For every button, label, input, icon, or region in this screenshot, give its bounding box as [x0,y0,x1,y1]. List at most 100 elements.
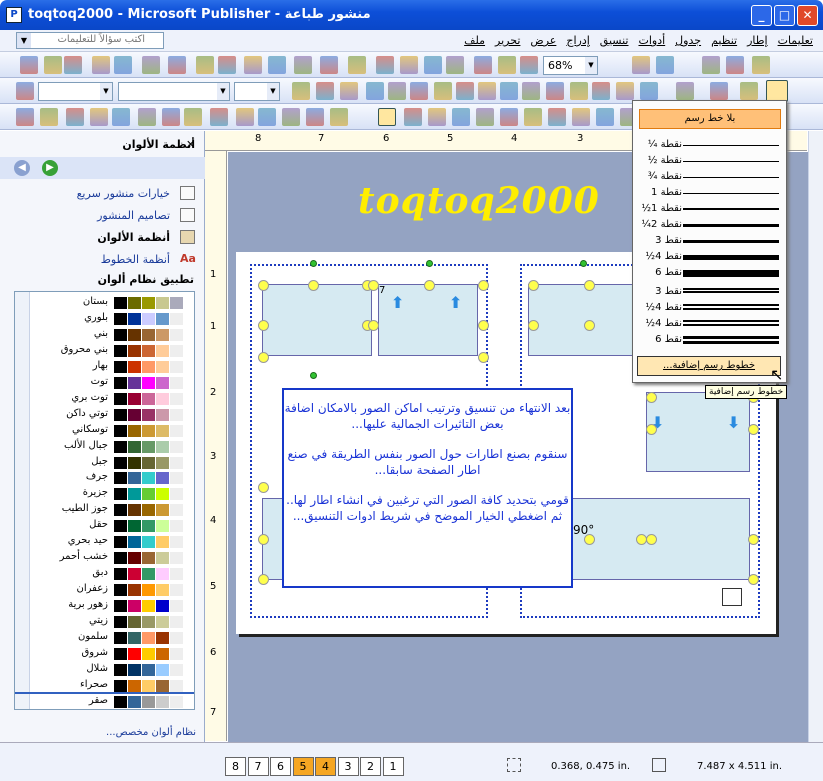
toolbar-button-icon[interactable] [656,56,674,74]
toolbar-button-icon[interactable] [218,56,236,74]
rotation-handle[interactable] [310,260,317,267]
font-combo[interactable]: ▼ [118,82,230,101]
rotation-handle[interactable] [580,260,587,267]
toolbar-button-icon[interactable] [114,56,132,74]
selection-handle[interactable] [528,320,539,331]
toolbar-button-icon[interactable] [330,108,348,126]
toolbar-button-icon[interactable] [548,108,566,126]
toolbar-button-icon[interactable] [524,108,542,126]
menu-item[interactable]: أدوات [638,34,665,47]
menu-item[interactable]: عرض [530,34,556,47]
toolbar-button-icon[interactable] [476,108,494,126]
line-style-button[interactable] [766,80,788,102]
maximize-button[interactable]: □ [774,5,795,26]
toolbar-button-icon[interactable] [376,56,394,74]
color-scheme-item[interactable]: زيتي [15,614,194,630]
selection-handle[interactable] [646,392,657,403]
color-scheme-item[interactable]: شلال [15,662,194,678]
toolbar-button-icon[interactable] [348,56,366,74]
selection-handle[interactable] [368,280,379,291]
toolbar-button-icon[interactable] [474,56,492,74]
select-pointer-icon[interactable] [378,108,396,126]
toolbar-button-icon[interactable] [306,108,324,126]
photo-shaver-2[interactable]: ⬆ ⬆ 7 [378,284,478,356]
page-tab[interactable]: 1 [382,757,404,776]
publisher-app-icon[interactable]: P [6,7,22,23]
toolbar-button-icon[interactable] [616,82,634,100]
toolbar-button-icon[interactable] [366,82,384,100]
chevron-down-icon[interactable]: ▼ [585,57,597,74]
line-style-option[interactable]: نقط 3 [633,284,786,300]
toolbar-button-icon[interactable] [16,82,34,100]
color-scheme-item[interactable]: حيد بحري [15,534,194,550]
vertical-ruler[interactable]: 1 1 2 3 4 5 6 7 [205,151,227,741]
page-tab[interactable]: 2 [360,757,381,776]
toolbar-button-icon[interactable] [446,56,464,74]
style-combo[interactable]: ▼ [38,82,113,101]
selection-handle[interactable] [478,352,489,363]
close-button[interactable]: ✕ [797,5,818,26]
toolbar-button-icon[interactable] [294,56,312,74]
close-icon[interactable]: ✕ [186,135,195,155]
page-tab[interactable]: 3 [337,757,359,776]
line-style-option[interactable]: نقطة 2¼ [633,217,786,233]
more-lines-option[interactable]: خطوط رسم إضافية... [637,356,781,376]
toolbar-button-icon[interactable] [572,108,590,126]
link-designs[interactable]: تصاميم المنشور [97,209,170,222]
color-scheme-item[interactable]: جرف [15,470,194,486]
link-font-schemes[interactable]: أنظمة الخطوط [101,253,170,266]
toolbar-button-icon[interactable] [410,82,428,100]
back-arrow-icon[interactable]: ◀ [14,160,30,176]
color-scheme-item[interactable]: حقل [15,518,194,534]
photo-shaver-5[interactable]: ⬇ ⬇ [646,392,750,472]
toolbar-button-icon[interactable] [244,56,262,74]
color-scheme-item[interactable]: شروق [15,646,194,662]
color-scheme-item[interactable]: زهور برية [15,598,194,614]
color-scheme-item[interactable]: توت بري [15,391,194,407]
selection-handle[interactable] [584,280,595,291]
menu-item[interactable]: إدراج [566,34,589,47]
toolbar-button-icon[interactable] [162,108,180,126]
selection-handle[interactable] [584,320,595,331]
toolbar-button-icon[interactable] [92,56,110,74]
toolbar-button-icon[interactable] [404,108,422,126]
color-scheme-item[interactable]: بستان [15,295,194,311]
toolbar-button-icon[interactable] [142,56,160,74]
link-quick-options[interactable]: خيارات منشور سريع [77,187,170,200]
toolbar-button-icon[interactable] [16,108,34,126]
no-line-option[interactable]: بلا خط رسم [639,109,781,129]
toolbar-button-icon[interactable] [452,108,470,126]
line-style-option[interactable]: نقطة 1½ [633,201,786,217]
zoom-combo[interactable]: 68% ▼ [543,56,598,75]
line-style-option[interactable]: نقطة 1 [633,185,786,201]
line-style-option[interactable]: نقط 4½ [633,249,786,265]
toolbar-button-icon[interactable] [520,56,538,74]
toolbar-button-icon[interactable] [90,108,108,126]
line-style-option[interactable]: نقط 6 [633,265,786,281]
color-scheme-list[interactable]: بستان بلوري بني بني محروق بهار توت توت بري توتي… [14,291,195,710]
toolbar-button-icon[interactable] [388,82,406,100]
minimize-button[interactable]: _ [751,5,772,26]
toolbar-button-icon[interactable] [258,108,276,126]
toolbar-button-icon[interactable] [236,108,254,126]
toolbar-button-icon[interactable] [478,82,496,100]
toolbar-button-icon[interactable] [168,56,186,74]
page-tab[interactable]: 4 [315,757,336,776]
toolbar-button-icon[interactable] [424,56,442,74]
help-dropdown-icon[interactable]: ▼ [17,33,31,48]
toolbar-button-icon[interactable] [292,82,310,100]
selection-handle[interactable] [258,482,269,493]
toolbar-button-icon[interactable] [400,56,418,74]
line-style-option[interactable]: نقطة ¾ [633,169,786,185]
link-color-schemes[interactable]: أنظمة الألوان [97,231,170,244]
chevron-down-icon[interactable]: ▼ [100,83,112,100]
toolbar-button-icon[interactable] [320,56,338,74]
photo-shaver-3[interactable] [528,284,640,356]
toolbar-button-icon[interactable] [64,56,82,74]
toolbar-button-icon[interactable] [434,82,452,100]
toolbar-button-icon[interactable] [640,82,658,100]
toolbar-button-icon[interactable] [500,108,518,126]
toolbar-button-icon[interactable] [752,56,770,74]
toolbar-button-icon[interactable] [522,82,540,100]
toolbar-button-icon[interactable] [740,82,758,100]
